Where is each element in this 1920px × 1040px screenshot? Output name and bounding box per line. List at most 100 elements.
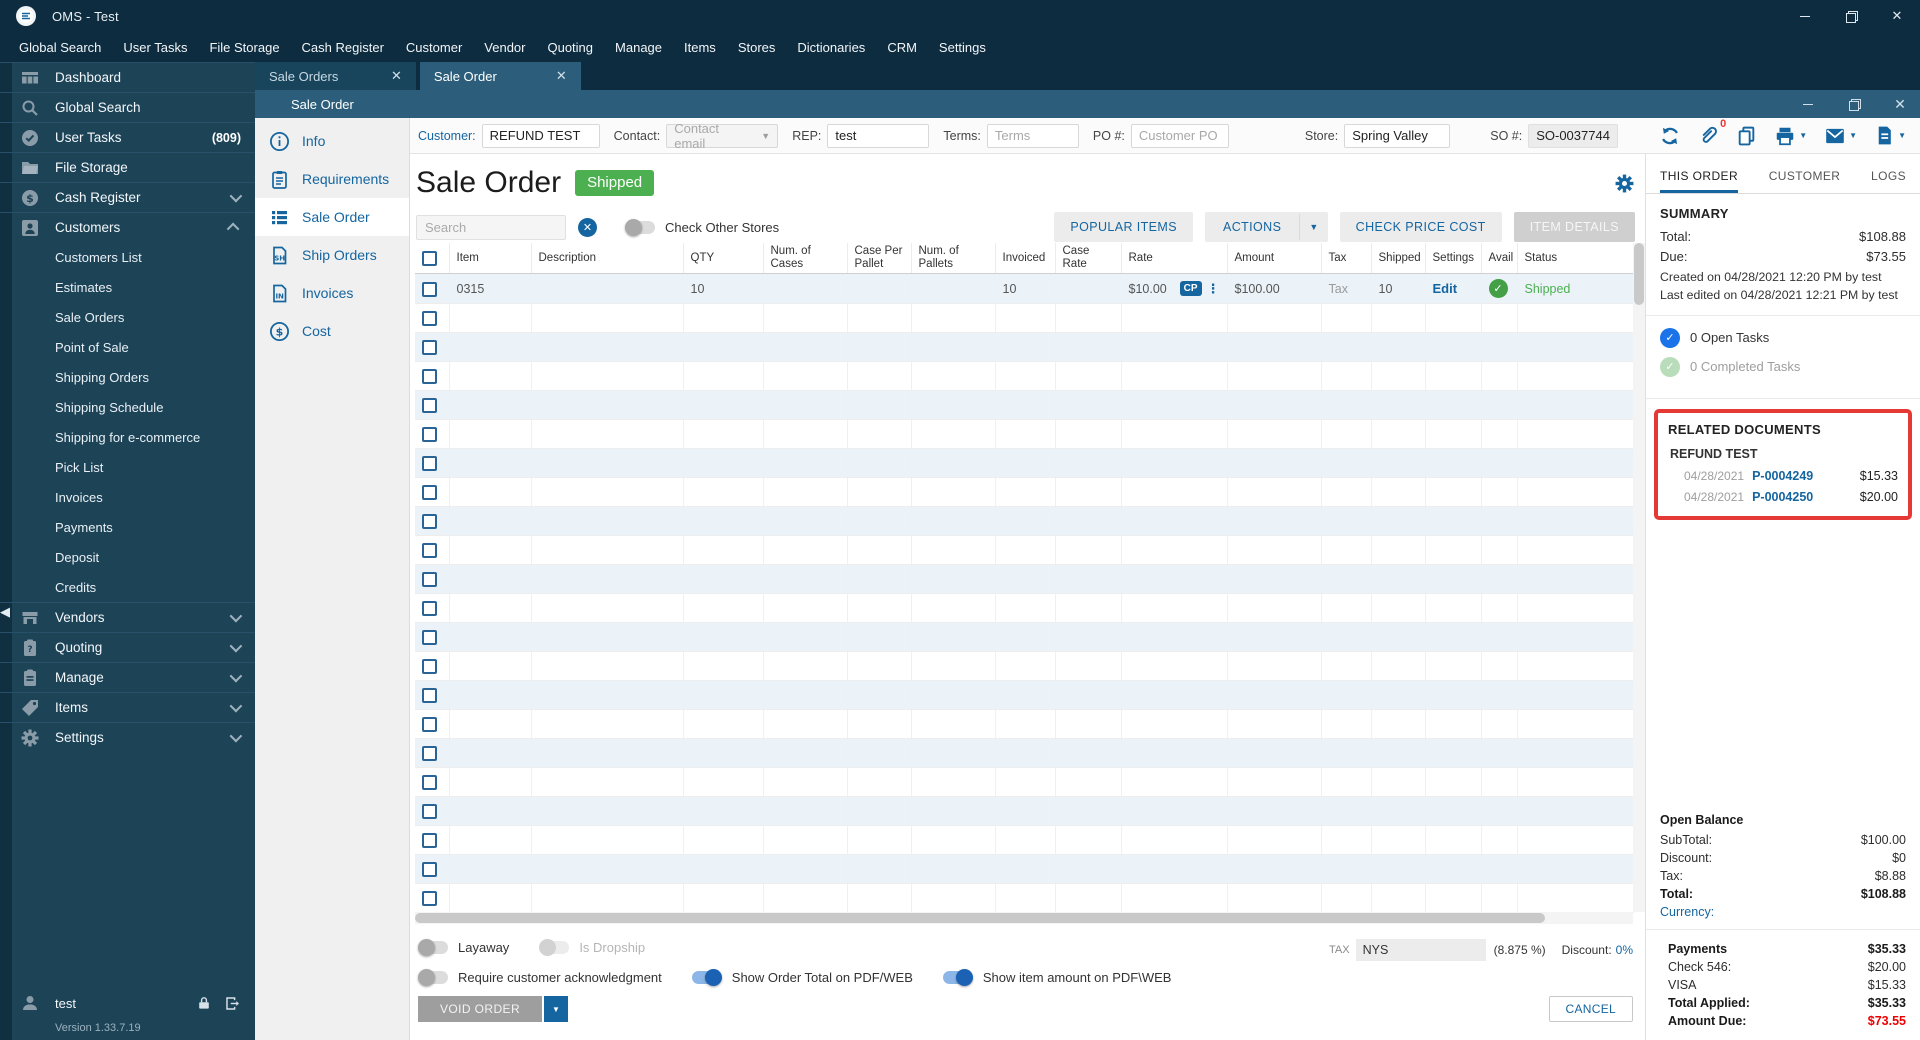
menu-customer[interactable]: Customer bbox=[395, 40, 473, 55]
scrollbar-thumb[interactable] bbox=[415, 913, 1545, 923]
cancel-button[interactable]: CANCEL bbox=[1548, 996, 1633, 1022]
cp-badge[interactable]: CP bbox=[1179, 281, 1202, 297]
scrollbar-thumb[interactable] bbox=[1634, 243, 1644, 305]
chevron-down-icon[interactable]: ▼ bbox=[544, 996, 569, 1022]
sidebar-item-cash-register[interactable]: $ Cash Register bbox=[0, 182, 255, 212]
logout-icon[interactable] bbox=[224, 995, 241, 1012]
sidebar-item-settings[interactable]: Settings bbox=[0, 722, 255, 752]
row-checkbox[interactable] bbox=[422, 833, 437, 849]
menu-file-storage[interactable]: File Storage bbox=[198, 40, 290, 55]
show-order-total-toggle[interactable] bbox=[691, 968, 722, 986]
rep-input[interactable] bbox=[827, 123, 930, 148]
discount-value[interactable]: 0% bbox=[1616, 943, 1633, 957]
tab-customer[interactable]: CUSTOMER bbox=[1769, 169, 1841, 193]
nav-item-sale-order[interactable]: Sale Order bbox=[255, 198, 409, 236]
menu-manage[interactable]: Manage bbox=[604, 40, 673, 55]
menu-settings[interactable]: Settings bbox=[928, 40, 997, 55]
menu-dictionaries[interactable]: Dictionaries bbox=[786, 40, 876, 55]
row-checkbox[interactable] bbox=[422, 775, 437, 791]
row-checkbox[interactable] bbox=[422, 891, 437, 907]
nav-item-requirements[interactable]: Requirements bbox=[255, 160, 409, 198]
store-input[interactable] bbox=[1344, 123, 1451, 148]
row-checkbox[interactable] bbox=[422, 340, 437, 356]
nav-item-cost[interactable]: $ Cost bbox=[255, 312, 409, 350]
completed-tasks-item[interactable]: ✓ 0 Completed Tasks bbox=[1660, 356, 1906, 377]
menu-stores[interactable]: Stores bbox=[727, 40, 787, 55]
terms-input[interactable] bbox=[986, 123, 1079, 148]
nav-item-info[interactable]: Info bbox=[255, 122, 409, 160]
lock-icon[interactable] bbox=[196, 995, 212, 1011]
check-price-cost-button[interactable]: CHECK PRICE COST bbox=[1339, 212, 1502, 242]
cell-tax[interactable]: Tax bbox=[1321, 273, 1372, 305]
sidebar-item-user-tasks[interactable]: User Tasks (809) bbox=[0, 122, 255, 152]
email-icon[interactable]: ▼ bbox=[1824, 125, 1857, 147]
restore-button[interactable] bbox=[1828, 0, 1874, 32]
tab-sale-order[interactable]: Sale Order ✕ bbox=[419, 62, 581, 90]
menu-global-search[interactable]: Global Search bbox=[8, 40, 112, 55]
copy-icon[interactable] bbox=[1736, 125, 1757, 146]
close-button[interactable]: ✕ bbox=[1874, 0, 1920, 32]
row-checkbox[interactable] bbox=[422, 862, 437, 878]
tax-input[interactable] bbox=[1355, 939, 1486, 961]
doc-number-link[interactable]: P-0004249 bbox=[1752, 469, 1813, 483]
cell-qty[interactable]: 10 bbox=[683, 273, 764, 305]
clear-search-icon[interactable]: ✕ bbox=[578, 217, 597, 237]
open-tasks-item[interactable]: ✓ 0 Open Tasks bbox=[1660, 327, 1906, 348]
show-item-amount-toggle[interactable] bbox=[942, 968, 973, 986]
po-input[interactable] bbox=[1130, 123, 1229, 148]
customer-label[interactable]: Customer: bbox=[418, 129, 476, 143]
layaway-toggle[interactable] bbox=[418, 938, 448, 956]
sidebar-item-invoices[interactable]: Invoices bbox=[0, 482, 255, 512]
row-checkbox[interactable] bbox=[422, 485, 437, 501]
row-checkbox[interactable] bbox=[422, 717, 437, 733]
sidebar-item-shipping-orders[interactable]: Shipping Orders bbox=[0, 362, 255, 392]
row-checkbox[interactable] bbox=[422, 688, 437, 704]
sidebar-item-shipping-schedule[interactable]: Shipping Schedule bbox=[0, 392, 255, 422]
row-checkbox[interactable] bbox=[422, 281, 437, 297]
tab-close-icon[interactable]: ✕ bbox=[391, 68, 402, 84]
row-checkbox[interactable] bbox=[422, 456, 437, 472]
item-details-button[interactable]: ITEM DETAILS bbox=[1513, 212, 1635, 242]
row-checkbox[interactable] bbox=[422, 746, 437, 762]
popular-items-button[interactable]: POPULAR ITEMS bbox=[1054, 212, 1193, 242]
contact-select[interactable]: Contact email ▼ bbox=[666, 121, 779, 151]
sidebar-item-file-storage[interactable]: File Storage bbox=[0, 152, 255, 182]
minimize-button[interactable] bbox=[1782, 0, 1828, 32]
sidebar-item-items[interactable]: Items bbox=[0, 692, 255, 722]
so-input[interactable] bbox=[1528, 123, 1619, 148]
tab-logs[interactable]: LOGS bbox=[1871, 169, 1906, 193]
row-checkbox[interactable] bbox=[422, 543, 437, 559]
sidebar-item-vendors[interactable]: Vendors bbox=[0, 602, 255, 632]
row-checkbox[interactable] bbox=[422, 804, 437, 820]
sync-icon[interactable] bbox=[1659, 125, 1681, 147]
row-checkbox[interactable] bbox=[422, 311, 437, 327]
tab-close-icon[interactable]: ✕ bbox=[556, 68, 567, 84]
customer-input[interactable] bbox=[481, 123, 600, 148]
row-checkbox[interactable] bbox=[422, 659, 437, 675]
row-checkbox[interactable] bbox=[422, 398, 437, 414]
print-icon[interactable]: ▼ bbox=[1774, 125, 1807, 147]
row-checkbox[interactable] bbox=[422, 572, 437, 588]
sidebar-item-pick-list[interactable]: Pick List bbox=[0, 452, 255, 482]
sidebar-item-point-of-sale[interactable]: Point of Sale bbox=[0, 332, 255, 362]
edit-settings-link[interactable]: Edit bbox=[1433, 281, 1458, 296]
row-checkbox[interactable] bbox=[422, 427, 437, 443]
attachment-icon[interactable]: 0 bbox=[1698, 118, 1726, 146]
menu-quoting[interactable]: Quoting bbox=[536, 40, 604, 55]
sidebar-item-customers[interactable]: Customers bbox=[0, 212, 255, 242]
search-input[interactable] bbox=[416, 214, 566, 240]
menu-user-tasks[interactable]: User Tasks bbox=[112, 40, 198, 55]
doc-number-link[interactable]: P-0004250 bbox=[1752, 490, 1813, 504]
select-all-checkbox[interactable] bbox=[422, 250, 437, 266]
is-dropship-toggle[interactable] bbox=[539, 938, 570, 956]
sidebar-item-sale-orders[interactable]: Sale Orders bbox=[0, 302, 255, 332]
sidebar-item-credits[interactable]: Credits bbox=[0, 572, 255, 602]
sidebar-item-dashboard[interactable]: Dashboard bbox=[0, 62, 255, 92]
vertical-scrollbar[interactable] bbox=[1633, 243, 1645, 912]
export-document-icon[interactable]: ▼ bbox=[1874, 125, 1906, 146]
inner-close-button[interactable]: ✕ bbox=[1890, 94, 1910, 114]
tab-sale-orders[interactable]: Sale Orders ✕ bbox=[255, 62, 416, 90]
inner-minimize-button[interactable] bbox=[1798, 94, 1818, 114]
check-other-stores-toggle[interactable] bbox=[625, 218, 655, 236]
require-ack-toggle[interactable] bbox=[418, 968, 448, 986]
